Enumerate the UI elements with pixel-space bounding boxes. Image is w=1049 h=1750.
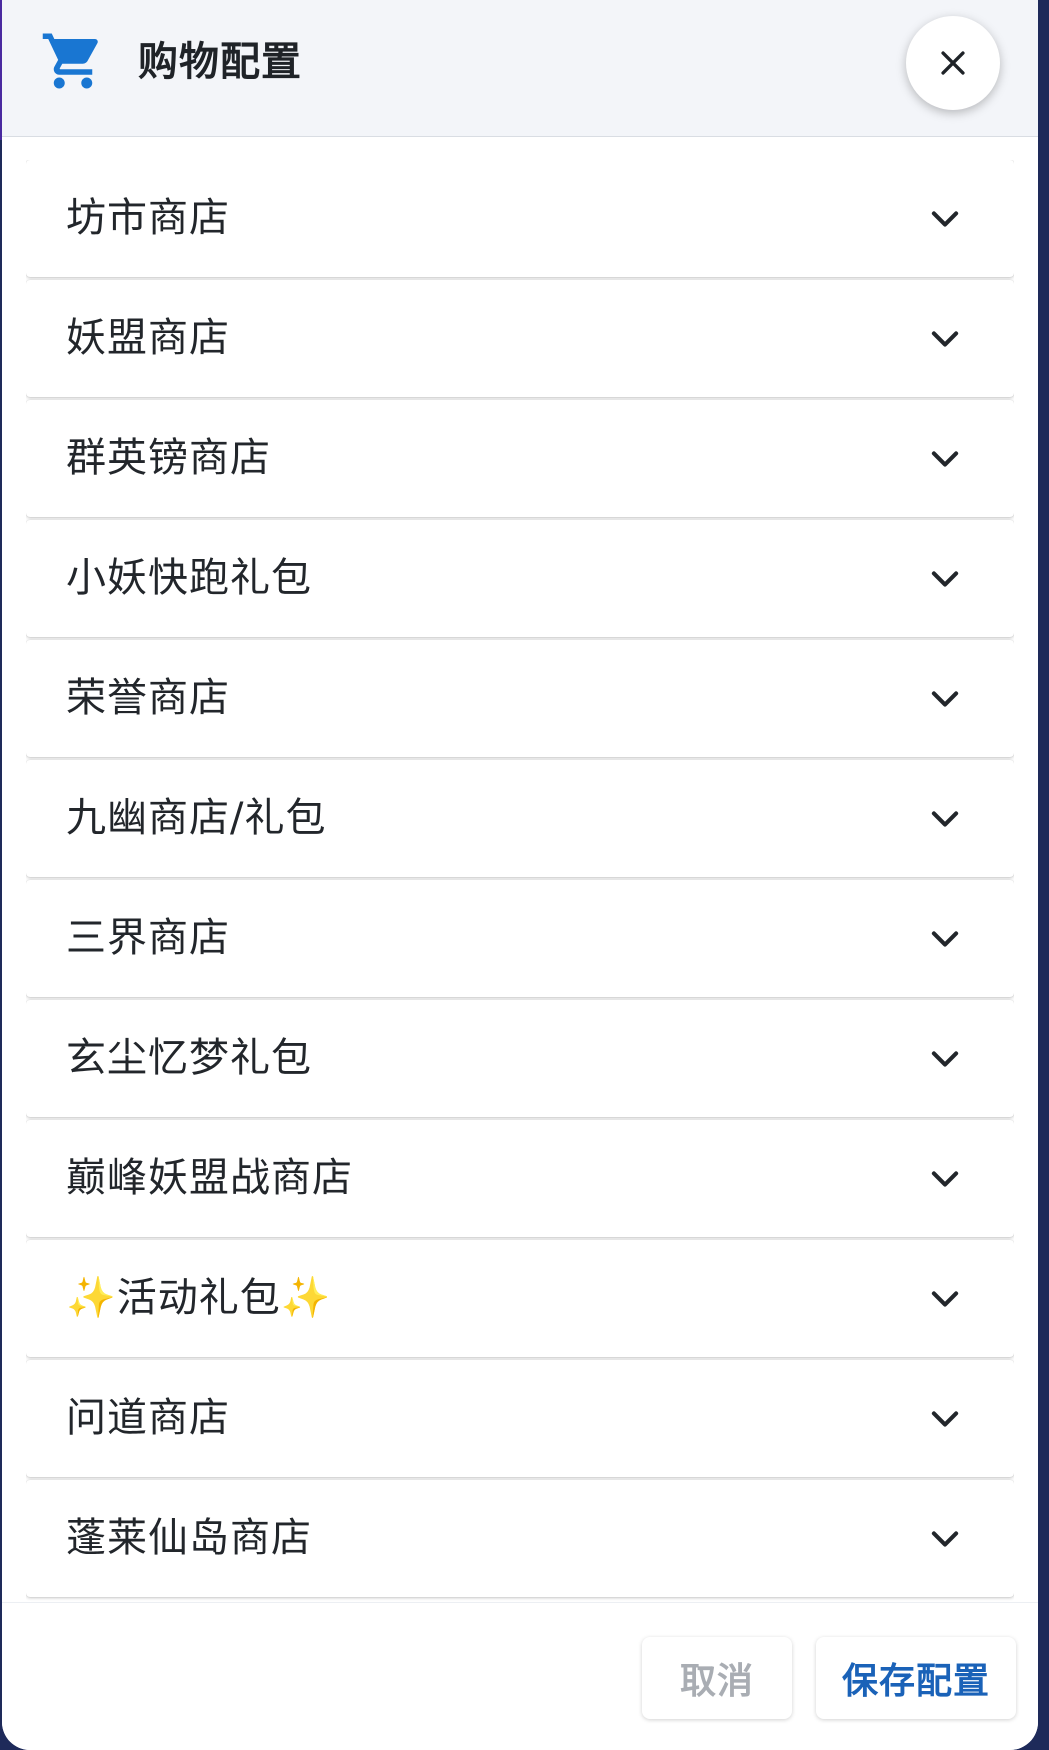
panel-label: 荣誉商店 <box>66 675 230 721</box>
chevron-down-icon <box>931 1531 959 1547</box>
panel-jiuyou-shop-pack[interactable]: 九幽商店/礼包 <box>26 760 1014 877</box>
panel-label: 三界商店 <box>66 915 230 961</box>
panel-label: 九幽商店/礼包 <box>66 795 327 841</box>
panel-honor-shop[interactable]: 荣誉商店 <box>26 640 1014 757</box>
panel-label: 群英镑商店 <box>66 435 271 481</box>
chevron-down-icon <box>931 451 959 467</box>
expansion-panel-list: 坊市商店 妖盟商店 群英镑商店 小妖快跑礼包 荣誉商店 九幽商店/礼包 三界商店 <box>26 160 1014 1602</box>
panel-label: 妖盟商店 <box>66 315 230 361</box>
cancel-button[interactable]: 取消 <box>642 1637 792 1719</box>
dialog-footer: 取消 保存配置 <box>2 1602 1038 1750</box>
panel-fangshi-shop[interactable]: 坊市商店 <box>26 160 1014 277</box>
chevron-down-icon <box>931 1051 959 1067</box>
chevron-down-icon <box>931 331 959 347</box>
panel-event-pack[interactable]: ✨活动礼包✨ <box>26 1240 1014 1357</box>
panel-qunyingbang-shop[interactable]: 群英镑商店 <box>26 400 1014 517</box>
chevron-down-icon <box>931 571 959 587</box>
panel-label: ✨活动礼包✨ <box>66 1275 332 1321</box>
dialog-header: 购物配置 <box>2 0 1038 137</box>
chevron-down-icon <box>931 1291 959 1307</box>
panel-penglai-island-shop[interactable]: 蓬莱仙岛商店 <box>26 1480 1014 1597</box>
chevron-down-icon <box>931 1411 959 1427</box>
shopping-cart-icon <box>42 33 98 89</box>
panel-label: 玄尘忆梦礼包 <box>66 1035 312 1081</box>
panel-label: 蓬莱仙岛商店 <box>66 1515 312 1561</box>
panel-label: 坊市商店 <box>66 195 230 241</box>
save-config-button[interactable]: 保存配置 <box>816 1637 1016 1719</box>
chevron-down-icon <box>931 691 959 707</box>
chevron-down-icon <box>931 211 959 227</box>
panel-xuanchen-yimeng-pack[interactable]: 玄尘忆梦礼包 <box>26 1000 1014 1117</box>
panel-yaomeng-shop[interactable]: 妖盟商店 <box>26 280 1014 397</box>
panel-sanjie-shop[interactable]: 三界商店 <box>26 880 1014 997</box>
chevron-down-icon <box>931 811 959 827</box>
panel-label: 小妖快跑礼包 <box>66 555 312 601</box>
panel-wendao-shop[interactable]: 问道商店 <box>26 1360 1014 1477</box>
chevron-down-icon <box>931 931 959 947</box>
close-button[interactable] <box>906 16 1000 110</box>
shopping-config-dialog: 购物配置 坊市商店 妖盟商店 群英镑商店 小妖快跑礼包 荣誉商店 九幽商店/礼包… <box>2 0 1038 1750</box>
panel-label: 巅峰妖盟战商店 <box>66 1155 353 1201</box>
chevron-down-icon <box>931 1171 959 1187</box>
panel-xiaoyao-kuaipao-pack[interactable]: 小妖快跑礼包 <box>26 520 1014 637</box>
panel-peak-yaomeng-war-shop[interactable]: 巅峰妖盟战商店 <box>26 1120 1014 1237</box>
panel-label: 问道商店 <box>66 1395 230 1441</box>
dialog-title: 购物配置 <box>138 39 302 85</box>
close-icon <box>941 51 965 75</box>
